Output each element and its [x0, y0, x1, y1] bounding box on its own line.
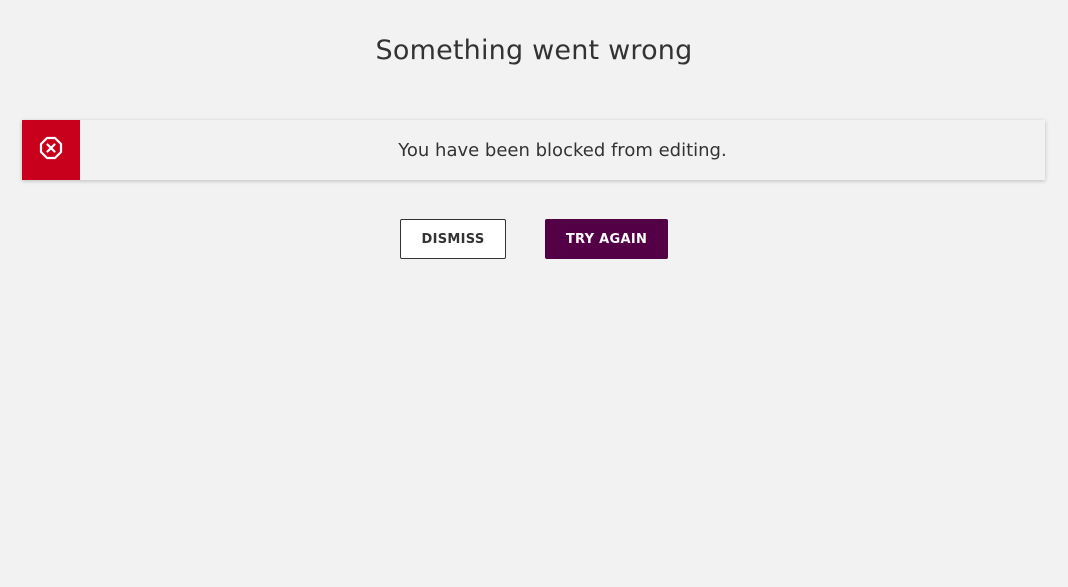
error-alert: You have been blocked from editing. [22, 120, 1045, 180]
error-x-octagon-icon [39, 136, 63, 164]
page-title: Something went wrong [375, 35, 693, 66]
alert-message: You have been blocked from editing. [398, 139, 727, 161]
dismiss-button[interactable]: DISMISS [400, 219, 506, 259]
alert-icon-container [22, 120, 80, 180]
try-again-button[interactable]: TRY AGAIN [545, 219, 668, 259]
dialog-actions: DISMISS TRY AGAIN [0, 219, 1068, 259]
error-page: Something went wrong You have been block… [0, 0, 1068, 587]
